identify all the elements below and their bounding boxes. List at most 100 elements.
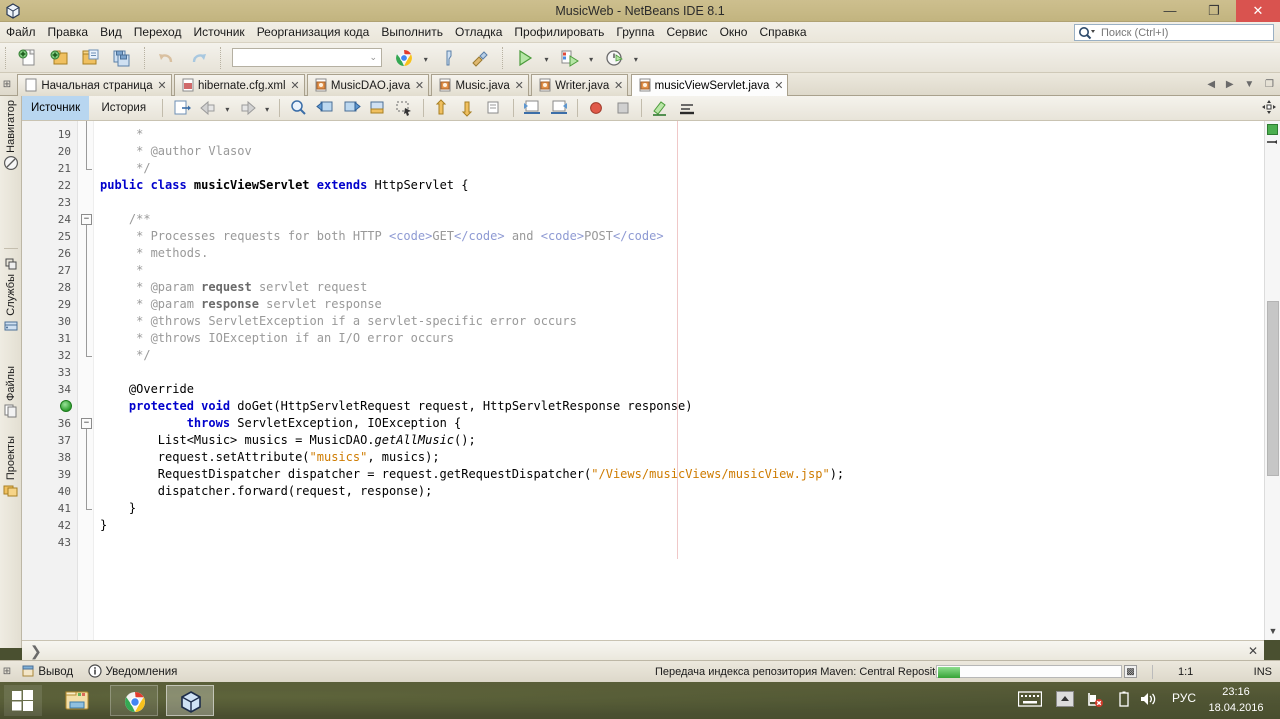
code-line[interactable]: List<Music> musics = MusicDAO.getAllMusi… bbox=[100, 432, 476, 449]
project-configuration-combo[interactable]: ⌄ bbox=[232, 48, 383, 67]
bottom-tab-notifications[interactable]: Уведомления bbox=[84, 661, 185, 683]
comment-icon[interactable] bbox=[521, 97, 543, 119]
code-line[interactable]: RequestDispatcher dispatcher = request.g… bbox=[100, 466, 844, 483]
code-line[interactable]: * bbox=[100, 126, 143, 143]
toggle-rectangular-selection-icon[interactable] bbox=[393, 97, 415, 119]
google-chrome-icon[interactable] bbox=[110, 685, 158, 716]
menu-item-tools[interactable]: Сервис bbox=[660, 22, 713, 43]
start-macro-recording-icon[interactable] bbox=[585, 97, 607, 119]
network-error-icon[interactable] bbox=[1086, 691, 1104, 711]
expand-editor-icon[interactable] bbox=[1261, 99, 1277, 115]
tab-hibernate-cfg-xml[interactable]: hibernate.cfg.xml ✕ bbox=[173, 74, 305, 97]
tab-start-page[interactable]: Начальная страница ✕ bbox=[17, 74, 172, 97]
previous-bookmark-icon[interactable] bbox=[314, 97, 336, 119]
file-explorer-icon[interactable] bbox=[54, 685, 102, 716]
back-icon[interactable] bbox=[197, 97, 219, 119]
uncomment-icon[interactable] bbox=[548, 97, 570, 119]
code-line[interactable]: } bbox=[100, 500, 136, 517]
volume-icon[interactable] bbox=[1140, 691, 1158, 711]
code-line[interactable]: request.setAttribute("musics", musics); bbox=[100, 449, 440, 466]
close-strip-icon[interactable]: ✕ bbox=[1248, 641, 1258, 661]
code-line[interactable]: * @author Vlasov bbox=[100, 143, 252, 160]
menu-item-file[interactable]: Файл bbox=[0, 22, 42, 43]
windows-start-icon[interactable] bbox=[4, 685, 42, 716]
override-annotation-icon[interactable] bbox=[60, 400, 72, 412]
code-line[interactable]: public class musicViewServlet extends Ht… bbox=[100, 177, 468, 194]
menu-item-window[interactable]: Окно bbox=[714, 22, 754, 43]
battery-icon[interactable] bbox=[1118, 691, 1130, 711]
toggle-highlight-icon[interactable] bbox=[649, 97, 671, 119]
code-line[interactable]: * bbox=[100, 262, 143, 279]
progress-stop-button[interactable]: ▩ bbox=[1124, 665, 1137, 678]
browser-dropdown-arrow-icon[interactable]: ▾ bbox=[421, 45, 431, 71]
keyboard-icon[interactable] bbox=[1018, 691, 1042, 711]
tab-close-icon[interactable]: ✕ bbox=[515, 75, 524, 97]
code-folding-column[interactable]: − − bbox=[78, 121, 94, 640]
netbeans-icon[interactable] bbox=[166, 685, 214, 716]
code-line[interactable]: } bbox=[100, 517, 107, 534]
annotation-mark-icon[interactable] bbox=[1267, 140, 1277, 144]
menu-item-view[interactable]: Вид bbox=[94, 22, 128, 43]
bottom-tab-output[interactable]: Вывод bbox=[17, 661, 81, 683]
tab-music-java[interactable]: Music.java ✕ bbox=[431, 74, 529, 97]
code-line[interactable]: * @throws IOException if an I/O error oc… bbox=[100, 330, 454, 347]
menu-item-help[interactable]: Справка bbox=[753, 22, 812, 43]
code-line[interactable]: */ bbox=[100, 160, 150, 177]
menu-item-profile[interactable]: Профилировать bbox=[508, 22, 610, 43]
debug-project-icon[interactable] bbox=[557, 45, 583, 71]
code-line[interactable]: * methods. bbox=[100, 245, 208, 262]
close-button[interactable]: ✕ bbox=[1236, 0, 1280, 22]
code-line[interactable]: protected void doGet(HttpServletRequest … bbox=[100, 398, 693, 415]
profile-project-icon[interactable] bbox=[602, 45, 628, 71]
sidebar-item-projects[interactable]: Проекты bbox=[0, 436, 22, 500]
tab-writer-java[interactable]: Writer.java ✕ bbox=[531, 74, 629, 97]
code-line[interactable]: throws ServletException, IOException { bbox=[100, 415, 462, 432]
new-project-icon[interactable] bbox=[47, 45, 73, 71]
tab-musicdao-java[interactable]: MusicDAO.java ✕ bbox=[306, 74, 430, 97]
code-line[interactable]: dispatcher.forward(request, response); bbox=[100, 483, 433, 500]
code-line[interactable]: * Processes requests for both HTTP <code… bbox=[100, 228, 663, 245]
tab-close-icon[interactable]: ✕ bbox=[614, 75, 623, 97]
sidebar-item-navigator[interactable]: Навигатор bbox=[0, 100, 22, 173]
menu-item-source[interactable]: Источник bbox=[187, 22, 250, 43]
code-line[interactable]: * @param request servlet request bbox=[100, 279, 367, 296]
language-indicator[interactable]: РУС bbox=[1172, 691, 1196, 711]
tab-close-icon[interactable]: ✕ bbox=[290, 75, 299, 97]
next-bookmark-icon[interactable] bbox=[341, 97, 363, 119]
forward-dropdown-arrow-icon[interactable]: ▾ bbox=[262, 98, 272, 120]
clean-build-icon[interactable] bbox=[436, 45, 462, 71]
menu-item-refactor[interactable]: Реорганизация кода bbox=[251, 22, 376, 43]
show-hidden-icons-icon[interactable] bbox=[1056, 691, 1074, 711]
open-project-icon[interactable] bbox=[78, 45, 104, 71]
save-all-icon[interactable] bbox=[109, 45, 135, 71]
run-project-icon[interactable] bbox=[512, 45, 538, 71]
fold-toggle-icon[interactable]: − bbox=[81, 418, 92, 429]
code-line[interactable]: * @param response servlet response bbox=[100, 296, 382, 313]
maximize-button[interactable]: ❐ bbox=[1192, 0, 1236, 22]
browser-chrome-icon[interactable] bbox=[391, 45, 417, 71]
menu-item-debug[interactable]: Отладка bbox=[449, 22, 508, 43]
scrollbar-thumb[interactable] bbox=[1267, 301, 1279, 476]
code-line[interactable]: /** bbox=[100, 211, 151, 228]
back-dropdown-arrow-icon[interactable]: ▾ bbox=[222, 98, 232, 120]
run-dropdown-arrow-icon[interactable]: ▾ bbox=[542, 45, 552, 71]
tab-history[interactable]: История bbox=[92, 96, 155, 120]
menu-item-run[interactable]: Выполнить bbox=[375, 22, 449, 43]
shift-line-right-icon[interactable] bbox=[457, 97, 479, 119]
tab-list-icon[interactable]: ▼ bbox=[1240, 73, 1258, 96]
redo-icon[interactable] bbox=[185, 45, 211, 71]
tab-close-icon[interactable]: ✕ bbox=[157, 75, 166, 97]
tab-scroll-right-icon[interactable]: ▶ bbox=[1222, 73, 1238, 96]
fold-toggle-icon[interactable]: − bbox=[81, 214, 92, 225]
expand-strip-icon[interactable]: ❯ bbox=[30, 641, 42, 661]
code-line[interactable]: * @throws ServletException if a servlet-… bbox=[100, 313, 577, 330]
tab-maximize-icon[interactable]: ❐ bbox=[1261, 73, 1278, 96]
editor-vertical-scrollbar[interactable]: ▲ ▼ bbox=[1264, 121, 1280, 640]
shift-line-left-icon[interactable] bbox=[431, 97, 453, 119]
tab-source[interactable]: Источник bbox=[22, 96, 90, 120]
tab-musicviewservlet-java[interactable]: musicViewServlet.java ✕ bbox=[630, 74, 789, 96]
tab-close-icon[interactable]: ✕ bbox=[415, 75, 424, 97]
menu-item-team[interactable]: Группа bbox=[610, 22, 660, 43]
undo-icon[interactable] bbox=[154, 45, 180, 71]
error-stripe-status-icon[interactable] bbox=[1267, 124, 1278, 135]
